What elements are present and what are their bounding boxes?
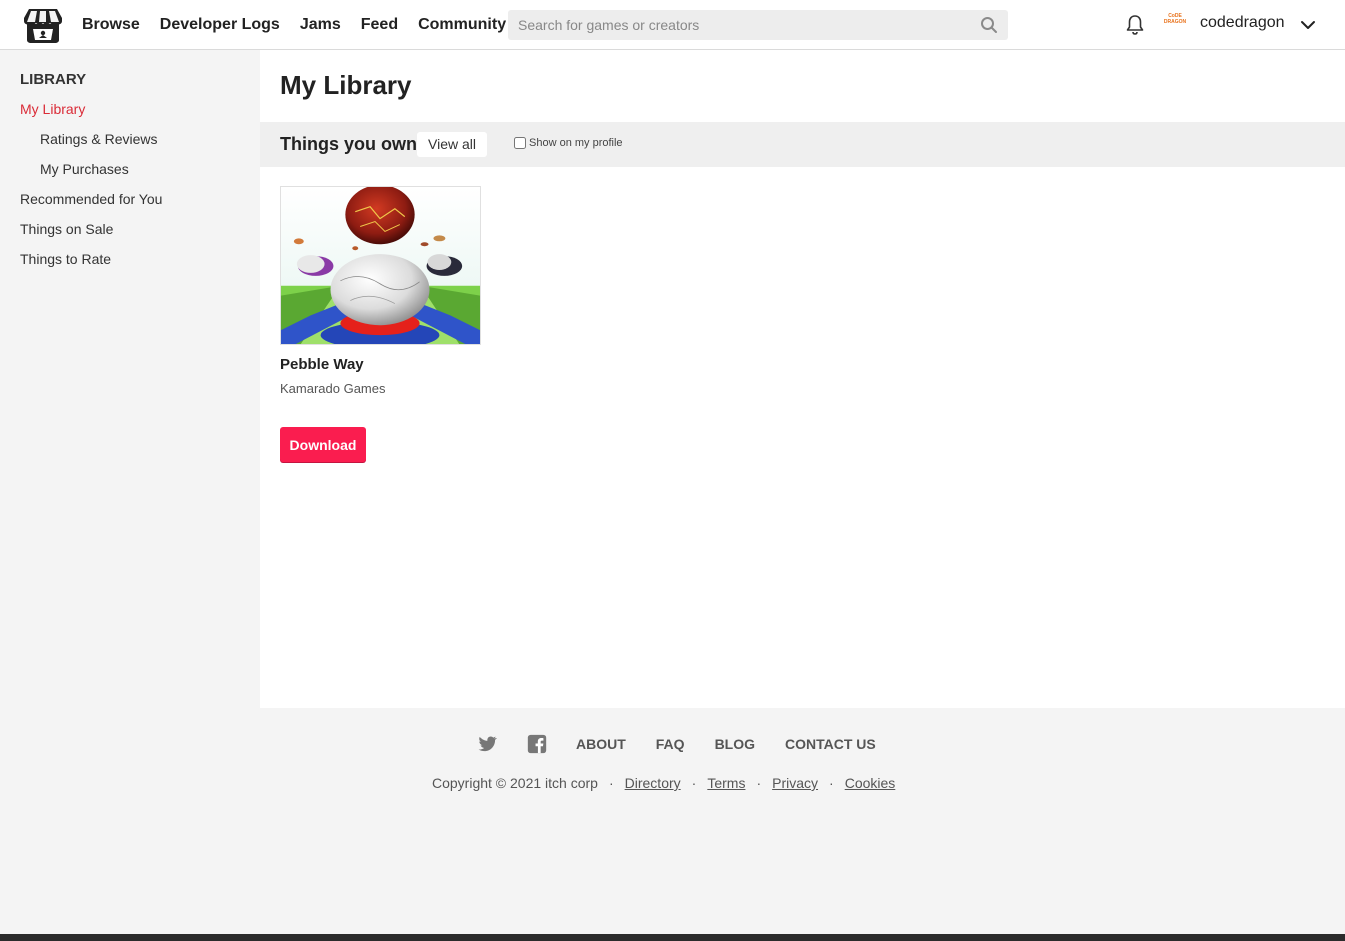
footer-links: ABOUT FAQ BLOG CONTACT US: [476, 732, 906, 756]
sidebar-item-my-library[interactable]: My Library: [20, 101, 85, 117]
twitter-icon[interactable]: [476, 733, 498, 755]
game-cell: Pebble Way Kamarado Games Download: [280, 186, 481, 462]
footer-faq-link[interactable]: FAQ: [656, 736, 685, 752]
separator: ·: [756, 775, 762, 791]
footer-about-link[interactable]: ABOUT: [576, 736, 626, 752]
nav-community[interactable]: Community: [418, 16, 506, 34]
bell-icon[interactable]: [1125, 14, 1145, 36]
footer-contact-link[interactable]: CONTACT US: [785, 736, 876, 752]
separator: ·: [608, 775, 614, 791]
search-bar: [508, 10, 1008, 40]
avatar[interactable]: CoDE DRAGON: [1162, 13, 1188, 35]
sidebar-item-recommended[interactable]: Recommended for You: [20, 191, 162, 207]
library-sidebar: LIBRARY My Library Ratings & Reviews My …: [0, 50, 260, 710]
game-thumbnail[interactable]: [280, 186, 481, 345]
game-author[interactable]: Kamarado Games: [280, 381, 386, 396]
main-nav: Browse Developer Logs Jams Feed Communit…: [82, 0, 526, 50]
directory-link[interactable]: Directory: [625, 775, 681, 791]
show-on-profile-toggle[interactable]: Show on my profile: [514, 137, 623, 149]
owned-section-header: Things you own View all Show on my profi…: [260, 122, 1345, 167]
facebook-icon[interactable]: [526, 733, 548, 755]
copyright-text: Copyright © 2021 itch corp: [432, 775, 598, 791]
nav-feed[interactable]: Feed: [361, 16, 398, 34]
separator: ·: [829, 775, 834, 791]
nav-browse[interactable]: Browse: [82, 16, 140, 34]
view-all-button[interactable]: View all: [417, 132, 487, 157]
page-title: My Library: [280, 70, 412, 100]
game-title[interactable]: Pebble Way: [280, 356, 364, 373]
itch-logo-icon[interactable]: [23, 7, 63, 44]
sidebar-item-my-purchases[interactable]: My Purchases: [40, 161, 129, 177]
cookies-link[interactable]: Cookies: [845, 775, 896, 791]
separator: ·: [691, 775, 697, 791]
search-icon[interactable]: [980, 16, 998, 34]
top-header: Browse Developer Logs Jams Feed Communit…: [0, 0, 1345, 50]
sidebar-item-things-on-sale[interactable]: Things on Sale: [20, 221, 113, 237]
privacy-link[interactable]: Privacy: [772, 775, 818, 791]
sidebar-heading: LIBRARY: [20, 71, 87, 88]
section-title: Things you own: [280, 134, 417, 154]
terms-link[interactable]: Terms: [707, 775, 745, 791]
search-input[interactable]: [508, 10, 968, 40]
copyright-line: Copyright © 2021 itch corp · Directory ·…: [432, 775, 895, 791]
sidebar-item-things-to-rate[interactable]: Things to Rate: [20, 251, 111, 267]
chevron-down-icon[interactable]: [1299, 16, 1317, 34]
show-on-profile-checkbox[interactable]: [514, 137, 526, 149]
sidebar-item-ratings-reviews[interactable]: Ratings & Reviews: [40, 131, 158, 147]
window-bottom-edge: [0, 934, 1345, 941]
footer-blog-link[interactable]: BLOG: [715, 736, 755, 752]
username[interactable]: codedragon: [1200, 14, 1285, 32]
main-content: My Library Things you own View all Show …: [260, 50, 1345, 708]
nav-jams[interactable]: Jams: [300, 16, 341, 34]
nav-developer-logs[interactable]: Developer Logs: [160, 16, 280, 34]
show-on-profile-label: Show on my profile: [529, 137, 623, 149]
download-button[interactable]: Download: [280, 427, 366, 462]
